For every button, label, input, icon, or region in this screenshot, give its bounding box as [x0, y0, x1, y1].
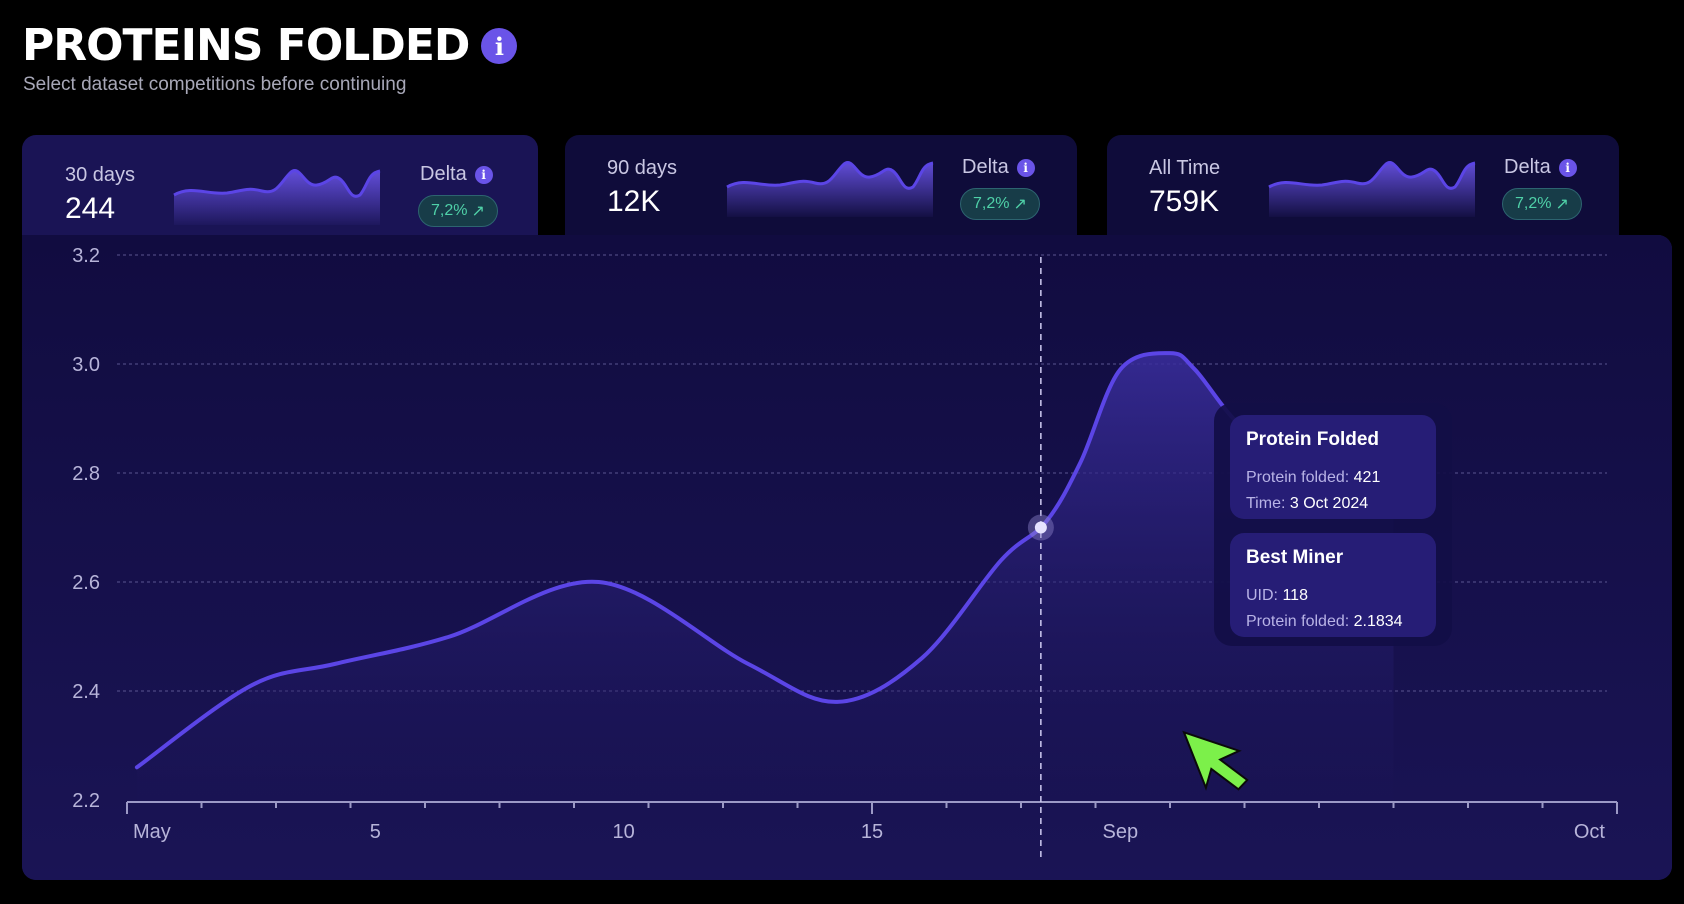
info-icon[interactable]: i: [1558, 158, 1577, 177]
tooltip-best-miner: Best Miner UID: 118 Protein folded: 2.18…: [1230, 533, 1436, 637]
y-tick-label: 2.6: [72, 572, 100, 594]
x-tick-label: 5: [370, 821, 381, 843]
y-tick-label: 3.2: [72, 245, 100, 267]
tooltip-line: Time: 3 Oct 2024: [1246, 491, 1420, 517]
delta-badge: 7,2% ↗: [1502, 188, 1582, 220]
delta-label: Delta i: [1504, 156, 1577, 179]
delta-label: Delta i: [962, 156, 1035, 179]
tooltip-label: Protein folded:: [1246, 613, 1350, 630]
info-icon[interactable]: i: [481, 28, 518, 64]
chart-tooltip: Protein Folded Protein folded: 421 Time:…: [1214, 403, 1452, 646]
tooltip-title: Best Miner: [1246, 547, 1344, 568]
delta-label-text: Delta: [962, 156, 1009, 178]
card-label: 90 days: [607, 157, 678, 179]
x-tick-label: Sep: [1103, 821, 1139, 843]
x-tick-label: 10: [613, 821, 635, 843]
sparkline: [726, 161, 934, 217]
tooltip-title: Protein Folded: [1246, 429, 1379, 450]
y-tick-label: 2.8: [72, 463, 100, 485]
delta-label-text: Delta: [1504, 156, 1551, 178]
card-label: All Time: [1149, 157, 1221, 179]
tooltip-line: Protein folded: 421: [1246, 465, 1420, 491]
x-tick-label: Oct: [1574, 821, 1606, 843]
card-value: 12K: [607, 185, 661, 218]
stat-card-30-days[interactable]: 30 days 244 Delta i 7,2% ↗: [22, 135, 538, 245]
arrow-up-right-icon: ↗: [1555, 196, 1569, 213]
delta-label: Delta i: [420, 163, 493, 186]
page-title: PROTEINS FOLDED: [22, 20, 470, 71]
stat-card-90-days[interactable]: 90 days 12K Delta i 7,2% ↗: [565, 135, 1077, 235]
tooltip-value: 2.1834: [1353, 613, 1403, 630]
arrow-cursor-icon: [1182, 730, 1249, 791]
tooltip-label: Protein folded:: [1246, 469, 1350, 486]
tooltip-line: UID: 118: [1246, 583, 1420, 609]
arrow-up-right-icon: ↗: [471, 203, 485, 220]
highlight-point: [1034, 521, 1047, 534]
card-value: 759K: [1149, 185, 1220, 218]
info-icon[interactable]: i: [474, 165, 493, 184]
delta-value: 7,2%: [431, 202, 468, 219]
delta-badge: 7,2% ↗: [418, 195, 498, 227]
x-tick-label: 15: [861, 821, 883, 843]
tooltip-value: 3 Oct 2024: [1289, 495, 1369, 512]
x-tick-label: May: [133, 821, 171, 843]
delta-value: 7,2%: [973, 195, 1010, 212]
tooltip-label: Time:: [1246, 495, 1286, 512]
delta-badge: 7,2% ↗: [960, 188, 1040, 220]
page-subtitle: Select dataset competitions before conti…: [23, 74, 407, 95]
y-tick-label: 3.0: [72, 354, 100, 376]
sparkline: [173, 169, 381, 225]
tooltip-protein-folded: Protein Folded Protein folded: 421 Time:…: [1230, 415, 1436, 519]
tooltip-line: Protein folded: 2.1834: [1246, 609, 1420, 635]
arrow-up-right-icon: ↗: [1013, 196, 1027, 213]
card-value: 244: [65, 192, 116, 225]
stat-card-all-time[interactable]: All Time 759K Delta i 7,2% ↗: [1107, 135, 1619, 235]
y-tick-label: 2.2: [72, 790, 100, 812]
tooltip-value: 421: [1353, 469, 1381, 486]
tooltip-label: UID:: [1246, 587, 1278, 604]
header: PROTEINS FOLDED i Select dataset competi…: [22, 18, 518, 96]
delta-value: 7,2%: [1515, 195, 1552, 212]
tooltip-value: 118: [1282, 587, 1308, 604]
card-label: 30 days: [65, 164, 136, 186]
info-icon[interactable]: i: [1016, 158, 1035, 177]
delta-label-text: Delta: [420, 163, 467, 185]
y-tick-label: 2.4: [72, 681, 100, 703]
sparkline: [1268, 161, 1476, 217]
